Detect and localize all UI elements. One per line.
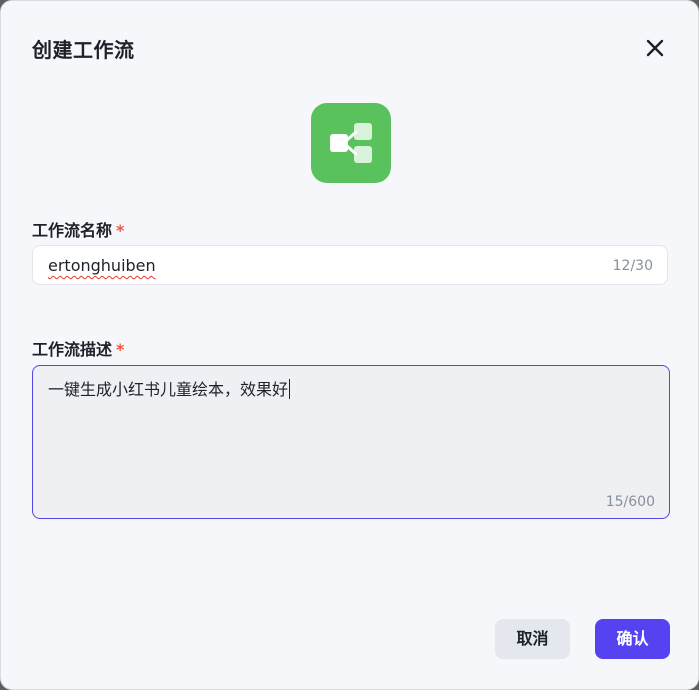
workflow-name-label: 工作流名称 * <box>32 217 124 241</box>
close-button[interactable] <box>644 37 666 59</box>
dialog-title: 创建工作流 <box>32 38 135 62</box>
workflow-name-value: ertonghuiben <box>48 256 156 275</box>
required-mark: * <box>116 221 125 240</box>
close-icon <box>646 39 664 57</box>
create-workflow-dialog: 创建工作流 工作流名称 * ertonghuiben 12/30 工作流描述 * 一… <box>0 0 699 690</box>
workflow-description-textarea[interactable]: 一键生成小红书儿童绘本，效果好 15/600 <box>32 365 670 519</box>
workflow-name-label-text: 工作流名称 <box>32 221 113 240</box>
workflow-description-value: 一键生成小红书儿童绘本，效果好 <box>48 380 289 399</box>
workflow-description-counter: 15/600 <box>605 494 655 510</box>
workflow-description-label-text: 工作流描述 <box>32 340 113 359</box>
workflow-name-input[interactable]: ertonghuiben 12/30 <box>32 245 668 285</box>
workflow-description-label: 工作流描述 * <box>32 336 124 360</box>
workflow-icon <box>330 123 372 163</box>
confirm-button[interactable]: 确认 <box>595 619 670 659</box>
workflow-app-icon[interactable] <box>311 103 391 183</box>
workflow-description-value-wrap: 一键生成小红书儿童绘本，效果好 <box>48 376 291 400</box>
workflow-name-counter: 12/30 <box>612 258 653 274</box>
text-caret <box>289 379 291 399</box>
required-mark: * <box>116 340 125 359</box>
cancel-button[interactable]: 取消 <box>495 619 570 659</box>
